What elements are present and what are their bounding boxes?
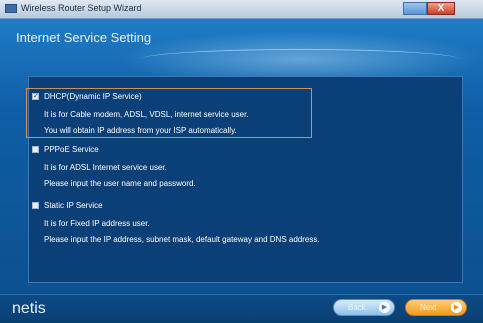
option-desc: It is for Cable modem, ADSL, VDSL, inter…: [44, 110, 249, 119]
window-controls: X: [403, 2, 455, 15]
wizard-content: Internet Service Setting ✓ DHCP(Dynamic …: [0, 19, 483, 322]
decorative-wave: [140, 49, 460, 70]
minimize-button[interactable]: [403, 2, 427, 15]
arrow-right-icon: ▶: [379, 302, 390, 313]
dhcp-checkbox[interactable]: ✓: [32, 93, 39, 100]
back-button-label: Back: [348, 303, 366, 312]
app-icon: [5, 4, 17, 13]
arrow-right-icon: ▶: [451, 302, 462, 313]
pppoe-checkbox[interactable]: [32, 146, 39, 153]
option-desc: You will obtain IP address from your ISP…: [44, 126, 237, 135]
page-title: Internet Service Setting: [16, 30, 152, 45]
back-button[interactable]: Back ▶: [333, 299, 395, 316]
option-label: Static IP Service: [44, 201, 103, 210]
static-ip-checkbox[interactable]: [32, 202, 39, 209]
next-button-label: Next: [420, 303, 437, 312]
option-desc: Please input the IP address, subnet mask…: [44, 235, 320, 244]
footer: netis Back ▶ Next ▶: [0, 294, 483, 323]
close-button[interactable]: X: [427, 2, 455, 15]
option-label: PPPoE Service: [44, 145, 99, 154]
option-label: DHCP(Dynamic IP Service): [44, 92, 142, 101]
next-button[interactable]: Next ▶: [405, 299, 467, 316]
brand-logo: netis: [12, 300, 46, 317]
title-bar: Wireless Router Setup Wizard X: [0, 0, 483, 19]
option-desc: Please input the user name and password.: [44, 179, 196, 188]
window-title: Wireless Router Setup Wizard: [21, 3, 142, 13]
option-desc: It is for Fixed IP address user.: [44, 219, 150, 228]
option-desc: It is for ADSL Internet service user.: [44, 163, 167, 172]
